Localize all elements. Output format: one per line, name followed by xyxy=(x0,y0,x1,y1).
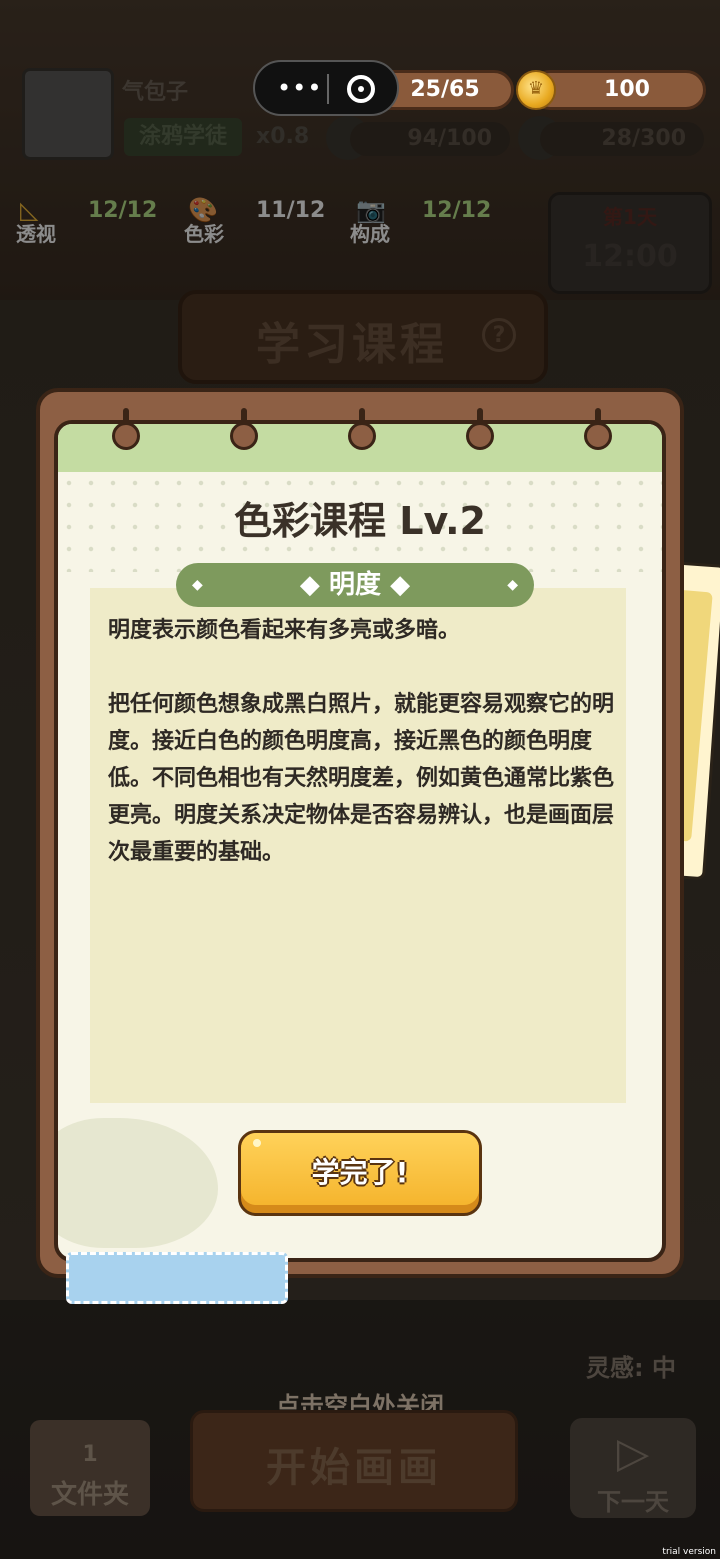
paint-splat xyxy=(58,1118,218,1248)
finish-lesson-button[interactable]: 学完了! xyxy=(238,1130,482,1216)
tape-strip xyxy=(66,1252,288,1304)
next-day-label: 下一天 xyxy=(597,1488,669,1516)
diamond-icon: ◆ xyxy=(507,577,518,593)
binder-hole xyxy=(466,422,494,450)
start-drawing-label: 开始画画 xyxy=(266,1445,442,1491)
mini-program-capsule[interactable]: ••• xyxy=(253,60,399,116)
binder-hole xyxy=(584,422,612,450)
lesson-title: 色彩课程 Lv.2 xyxy=(234,499,486,543)
finish-lesson-label[interactable]: 学完了! xyxy=(241,1151,479,1191)
crown-coin-icon: ♛ xyxy=(516,70,556,110)
coin-pill: 100 xyxy=(530,70,706,110)
topic-banner: ◆ ◆ 明度 ◆ ◆ xyxy=(176,563,534,607)
binder-hole xyxy=(112,422,140,450)
lesson-body: 明度表示颜色看起来有多亮或多暗。 把任何颜色想象成黑白照片，就能更容易观察它的明… xyxy=(108,618,615,865)
capsule-divider xyxy=(327,74,329,104)
watermark: trial version xyxy=(662,1547,716,1557)
diamond-icon: ◆ xyxy=(299,570,320,600)
start-drawing-button[interactable]: 开始画画 xyxy=(190,1410,518,1512)
diamond-icon: ◆ xyxy=(390,570,411,600)
energy-value: 25/65 xyxy=(410,77,480,102)
folder-count: 1 xyxy=(82,1442,98,1467)
button-shine xyxy=(253,1139,261,1147)
next-icon: ▷ xyxy=(616,1428,650,1477)
binder-hole xyxy=(230,422,258,450)
close-target-icon[interactable] xyxy=(347,75,375,103)
topic-title: 明度 xyxy=(328,570,381,600)
folder-label: 文件夹 xyxy=(50,1480,129,1510)
next-day-button[interactable]: ▷ 下一天 xyxy=(570,1418,696,1518)
more-icon[interactable]: ••• xyxy=(277,74,322,102)
binder-hole xyxy=(348,422,376,450)
inspiration-status: 灵感: 中 xyxy=(586,1354,676,1382)
folder-button[interactable]: 1 文件夹 xyxy=(30,1420,150,1516)
coin-value: 100 xyxy=(604,77,650,102)
diamond-icon: ◆ xyxy=(192,577,203,593)
